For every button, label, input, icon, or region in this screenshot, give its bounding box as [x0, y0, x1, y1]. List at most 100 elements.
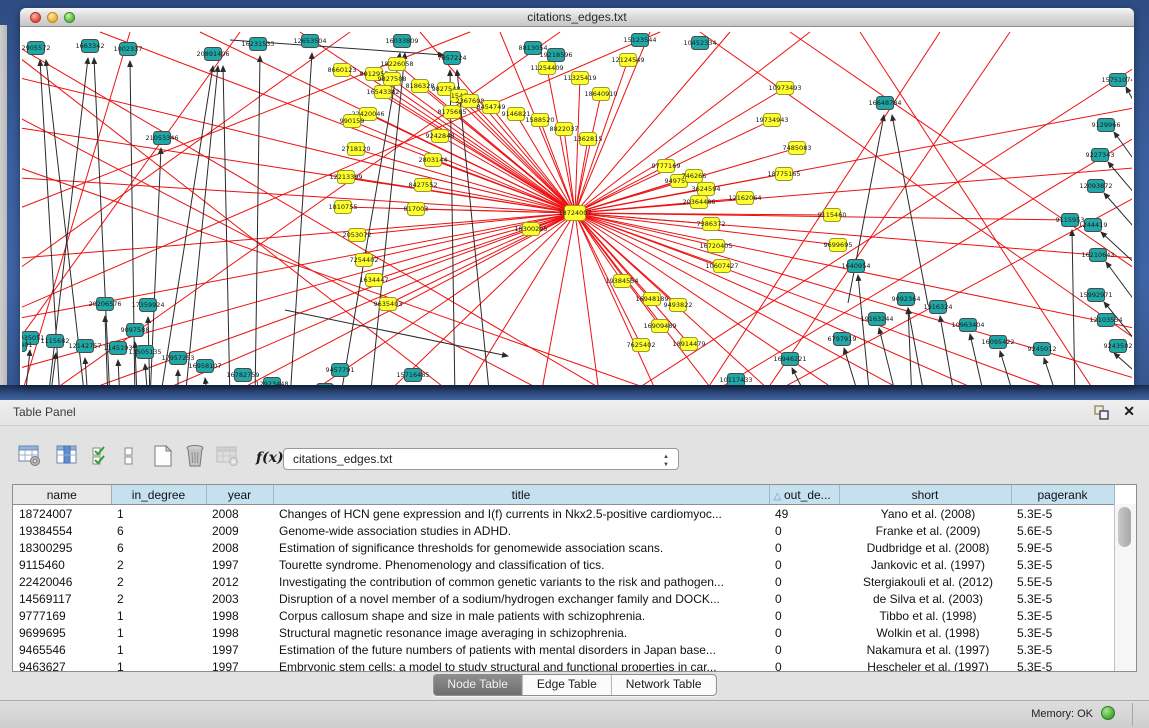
- graph-node-label: 9242848: [426, 132, 455, 140]
- graph-node-label: 9457791: [326, 366, 355, 374]
- graph-node-label: 1663342: [76, 42, 105, 50]
- tab-network-table[interactable]: Network Table: [612, 675, 716, 695]
- float-window-icon[interactable]: [1094, 405, 1109, 420]
- close-icon[interactable]: ✕: [1123, 403, 1135, 420]
- cell-year: 1997: [206, 641, 273, 658]
- graph-node-label: 1362815: [574, 135, 603, 143]
- table-row[interactable]: 946362711997Embryonic stem cells: a mode…: [13, 658, 1114, 672]
- graph-node-label: 1634447: [360, 276, 389, 284]
- window-titlebar[interactable]: citations_edges.txt: [20, 8, 1134, 27]
- column-header-pagerank[interactable]: pagerank: [1011, 485, 1114, 505]
- cell-year: 1997: [206, 658, 273, 672]
- column-header-title[interactable]: title: [273, 485, 769, 505]
- table-mode-icon[interactable]: [18, 444, 41, 472]
- scrollbar-thumb[interactable]: [1118, 507, 1131, 547]
- column-header-out_degree[interactable]: △ out_de...: [769, 485, 839, 505]
- table-row[interactable]: 2242004622012Investigating the contribut…: [13, 573, 1114, 590]
- graph-node-label: 746266: [682, 172, 707, 180]
- graph-node-label: 19384554: [605, 277, 638, 285]
- show-columns-icon[interactable]: [56, 444, 79, 472]
- cell-out_degree: 0: [769, 641, 839, 658]
- table-row[interactable]: 946554611997Estimation of the future num…: [13, 641, 1114, 658]
- column-header-in_degree[interactable]: in_degree: [111, 485, 206, 505]
- new-column-icon[interactable]: [152, 444, 174, 473]
- graph-node-label: 10452334: [683, 39, 716, 47]
- cell-in_degree: 2: [111, 573, 206, 590]
- sort-ascending-icon: △: [774, 491, 784, 502]
- graph-node-label: 12653504: [293, 37, 326, 45]
- deselect-all-icon[interactable]: [124, 447, 134, 471]
- cell-title: Estimation of the future numbers of pati…: [273, 641, 769, 658]
- cell-in_degree: 1: [111, 641, 206, 658]
- graph-node-label: 18775165: [767, 170, 800, 178]
- cell-pagerank: 5.6E-5: [1011, 522, 1114, 539]
- graph-node-label: 9115460: [818, 211, 847, 219]
- graph-node-label: 9092364: [892, 295, 921, 303]
- cell-out_degree: 0: [769, 624, 839, 641]
- network-canvas[interactable]: 1830029519384554866012389129551822605898…: [22, 26, 1132, 385]
- cell-in_degree: 1: [111, 607, 206, 624]
- cell-year: 2009: [206, 522, 273, 539]
- graph-node-label: 10963404: [951, 321, 984, 329]
- table-row[interactable]: 969969511998Structural magnetic resonanc…: [13, 624, 1114, 641]
- cell-short: Yano et al. (2008): [839, 505, 1011, 523]
- cell-title: Structural magnetic resonance image aver…: [273, 624, 769, 641]
- graph-node-label: 1588520: [526, 116, 555, 124]
- cell-short: Jankovic et al. (1997): [839, 556, 1011, 573]
- graph-node-label: 11254409: [530, 64, 563, 72]
- column-header-short[interactable]: short: [839, 485, 1011, 505]
- cell-year: 2003: [206, 590, 273, 607]
- citation-graph[interactable]: 1830029519384554866012389129551822605898…: [22, 26, 1132, 385]
- graph-node-label: 12923448: [255, 380, 288, 385]
- table-row[interactable]: 911546021997Tourette syndrome. Phenomeno…: [13, 556, 1114, 573]
- function-builder-icon[interactable]: f(x): [256, 450, 284, 466]
- graph-node-label: 19734943: [755, 116, 788, 124]
- table-selector-value: citations_edges.txt: [293, 452, 392, 466]
- cell-name: 9115460: [13, 556, 111, 573]
- cell-in_degree: 6: [111, 539, 206, 556]
- graph-node-label: 1115682: [41, 337, 70, 345]
- cell-out_degree: 0: [769, 539, 839, 556]
- cell-title: Estimation of significance thresholds fo…: [273, 539, 769, 556]
- cell-year: 2012: [206, 573, 273, 590]
- graph-node-label: 2905572: [22, 44, 50, 52]
- cell-out_degree: 0: [769, 573, 839, 590]
- table-row[interactable]: 1872400712008Changes of HCN gene express…: [13, 505, 1114, 523]
- graph-node[interactable]: [317, 384, 334, 386]
- graph-node-label: 18300295: [514, 225, 547, 233]
- graph-node-label: 16033809: [385, 37, 418, 45]
- graph-node-label: 18724007: [558, 209, 591, 217]
- memory-status-indicator[interactable]: [1101, 706, 1115, 720]
- cell-out_degree: 0: [769, 658, 839, 672]
- status-bar-background: Memory: OK: [0, 700, 1149, 728]
- graph-node-label: 12103554: [1089, 316, 1122, 324]
- column-header-name[interactable]: name: [13, 485, 111, 505]
- table-row[interactable]: 1456911722003Disruption of a novel membe…: [13, 590, 1114, 607]
- table-row[interactable]: 977716911998Corpus callosum shape and si…: [13, 607, 1114, 624]
- tab-edge-table[interactable]: Edge Table: [523, 675, 612, 695]
- graph-node-label: 18226058: [380, 60, 413, 68]
- graph-node-label: 1810755: [329, 203, 358, 211]
- table-scrollbar[interactable]: [1114, 504, 1136, 671]
- graph-node-label: 16720405: [699, 242, 732, 250]
- table-panel: Table Panel ✕: [0, 400, 1149, 700]
- graph-node-label: 9493822: [664, 301, 693, 309]
- cell-pagerank: 5.3E-5: [1011, 505, 1114, 523]
- graph-node-label: 2803144: [419, 156, 448, 164]
- graph-node-label: 13505135: [128, 348, 161, 356]
- table-row[interactable]: 1938455462009Genome-wide association stu…: [13, 522, 1114, 539]
- select-all-icon[interactable]: [92, 446, 110, 471]
- delete-column-icon[interactable]: [184, 444, 206, 473]
- table-selector-dropdown[interactable]: citations_edges.txt ▲▼: [283, 448, 679, 470]
- cell-title: Corpus callosum shape and size in male p…: [273, 607, 769, 624]
- graph-node-label: 8186328: [406, 82, 435, 90]
- cell-pagerank: 5.3E-5: [1011, 556, 1114, 573]
- cell-name: 9777169: [13, 607, 111, 624]
- graph-node-label: 2053072: [343, 231, 372, 239]
- cell-name: 18300295: [13, 539, 111, 556]
- table-row[interactable]: 1830029562008Estimation of significance …: [13, 539, 1114, 556]
- graph-node-label: 8660123: [328, 66, 357, 74]
- tab-node-table[interactable]: Node Table: [433, 675, 523, 695]
- graph-node-label: 8822037: [550, 125, 579, 133]
- column-header-year[interactable]: year: [206, 485, 273, 505]
